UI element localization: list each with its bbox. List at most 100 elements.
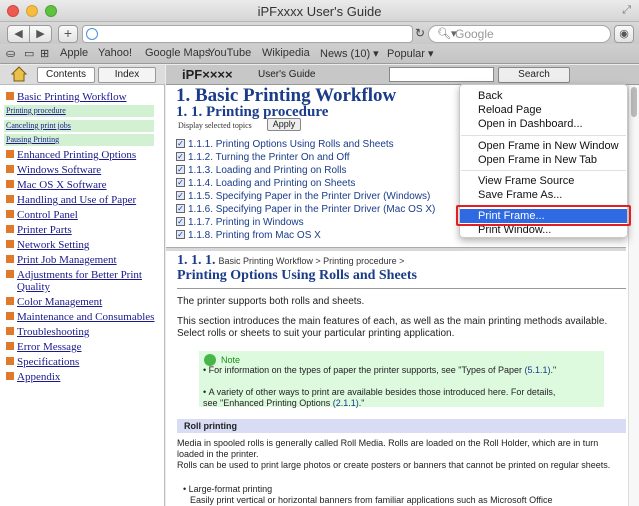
paragraph: This section introduces the main feature… xyxy=(177,316,608,339)
frame-divider[interactable] xyxy=(166,247,626,251)
menu-item-frame-source[interactable]: View Frame Source xyxy=(460,174,627,188)
scrollbar[interactable] xyxy=(628,85,639,506)
sidebar-subitem[interactable]: Pausing Printing xyxy=(4,134,154,146)
search-input[interactable]: 🔍︎▾ Google xyxy=(428,25,611,43)
display-topics-label: Display selected topics xyxy=(178,121,252,130)
menu-item-reload[interactable]: Reload Page xyxy=(460,103,627,117)
guide-search-input[interactable] xyxy=(389,67,494,82)
bookmark-youtube[interactable]: YouTube xyxy=(208,47,251,59)
add-bookmark-button[interactable]: + xyxy=(58,25,78,43)
bookmarks-bar: ⛀ ▭ ⊞ Apple Yahoo! Google Maps YouTube W… xyxy=(0,44,639,64)
sidebar-item-cont[interactable]: Quality xyxy=(17,281,50,293)
menu-item-back[interactable]: Back xyxy=(460,89,627,103)
link[interactable]: (5.1.1) xyxy=(525,365,551,375)
topic-checkbox[interactable]: ✓ 1.1.1. Printing Options Using Rolls and… xyxy=(176,138,394,150)
bullet-icon xyxy=(6,270,14,279)
menu-item-frame-tab[interactable]: Open Frame in New Tab xyxy=(460,153,627,167)
sidebar-item[interactable]: Handling and Use of Paper xyxy=(6,194,136,206)
tab-contents[interactable]: Contents xyxy=(37,67,95,83)
checkbox-icon[interactable]: ✓ xyxy=(176,138,185,148)
sidebar-header: Contents Index xyxy=(0,65,165,85)
checkbox-icon[interactable]: ✓ xyxy=(176,164,185,174)
menu-item-save-frame[interactable]: Save Frame As... xyxy=(460,188,627,202)
sidebar-item[interactable]: Adjustments for Better Print xyxy=(6,269,142,281)
topic-checkbox[interactable]: ✓ 1.1.8. Printing from Mac OS X xyxy=(176,229,321,241)
menu-item-frame-window[interactable]: Open Frame in New Window xyxy=(460,139,627,153)
bullet-icon xyxy=(6,180,14,189)
bookmark-wikipedia[interactable]: Wikipedia xyxy=(262,47,310,59)
bookmark-apple[interactable]: Apple xyxy=(60,47,88,59)
window-title: iPFxxxx User's Guide xyxy=(257,4,382,19)
topic-checkbox[interactable]: ✓ 1.1.5. Specifying Paper in the Printer … xyxy=(176,190,430,202)
topic-checkbox[interactable]: ✓ 1.1.6. Specifying Paper in the Printer … xyxy=(176,203,435,215)
bullet-icon xyxy=(6,372,14,381)
bookmark-yahoo[interactable]: Yahoo! xyxy=(98,47,132,59)
topic-checkbox[interactable]: ✓ 1.1.2. Turning the Printer On and Off xyxy=(176,151,350,163)
bookmark-popular[interactable]: Popular ▾ xyxy=(387,47,434,60)
tab-index[interactable]: Index xyxy=(98,67,156,83)
bookmark-google-maps[interactable]: Google Maps xyxy=(145,47,210,59)
reload-icon[interactable]: ↻ xyxy=(415,26,425,40)
link[interactable]: (2.1.1) xyxy=(333,398,359,408)
guide-header: iPF×××× User's Guide Search xyxy=(166,65,639,85)
bullet-icon xyxy=(6,210,14,219)
section-number: 1. 1. 1. xyxy=(177,253,216,268)
checkbox-icon[interactable]: ✓ xyxy=(176,203,185,213)
fullscreen-icon[interactable]: ⤢ xyxy=(622,4,631,17)
paragraph: Rolls can be used to print large photos … xyxy=(177,460,611,470)
apply-button[interactable]: Apply xyxy=(267,118,301,131)
sidebar-item[interactable]: Control Panel xyxy=(6,209,78,221)
guide-label: User's Guide xyxy=(258,69,316,80)
bookmarks-icon[interactable]: ▭ xyxy=(24,47,34,60)
bookmark-news[interactable]: News (10) ▾ xyxy=(320,47,379,60)
bullet-icon xyxy=(6,225,14,234)
sidebar-item[interactable]: Mac OS X Software xyxy=(6,179,107,191)
sidebar-item[interactable]: Basic Printing Workflow xyxy=(6,91,127,103)
checkbox-icon[interactable]: ✓ xyxy=(176,229,185,239)
forward-button[interactable]: ▶ xyxy=(29,25,52,43)
sidebar-item[interactable]: Printer Parts xyxy=(6,224,72,236)
note-bullet: • For information on the types of paper … xyxy=(203,365,557,375)
sidebar-item[interactable]: Error Message xyxy=(6,341,81,353)
sidebar-item[interactable]: Windows Software xyxy=(6,164,101,176)
sidebar-item[interactable]: Appendix xyxy=(6,371,60,383)
checkbox-icon[interactable]: ✓ xyxy=(176,151,185,161)
bullet-icon xyxy=(6,327,14,336)
sidebar-item[interactable]: Troubleshooting xyxy=(6,326,89,338)
sidebar-subitem[interactable]: Printing procedure xyxy=(4,105,154,117)
sidebar-item[interactable]: Enhanced Printing Options xyxy=(6,149,136,161)
sidebar-item[interactable]: Network Setting xyxy=(6,239,89,251)
bullet-icon xyxy=(6,165,14,174)
sidebar-item[interactable]: Maintenance and Consumables xyxy=(6,311,154,323)
sidebar-item[interactable]: Specifications xyxy=(6,356,79,368)
home-icon[interactable] xyxy=(10,65,28,83)
section-breadcrumb: 1. 1. 1. Basic Printing Workflow > Print… xyxy=(177,253,404,269)
checkbox-icon[interactable]: ✓ xyxy=(176,190,185,200)
menu-item-dashboard[interactable]: Open in Dashboard... xyxy=(460,117,627,131)
sidebar-subitem[interactable]: Canceling print jobs xyxy=(4,120,154,132)
window-titlebar: iPFxxxx User's Guide ⤢ xyxy=(0,0,639,22)
topic-checkbox[interactable]: ✓ 1.1.7. Printing in Windows xyxy=(176,216,304,228)
top-sites-icon[interactable]: ⊞ xyxy=(40,47,49,60)
topic-checkbox[interactable]: ✓ 1.1.4. Loading and Printing on Sheets xyxy=(176,177,355,189)
checkbox-icon[interactable]: ✓ xyxy=(176,216,185,226)
bullet-icon xyxy=(6,342,14,351)
checkbox-icon[interactable]: ✓ xyxy=(176,177,185,187)
reading-list-icon[interactable]: ⛀ xyxy=(6,47,15,60)
back-button[interactable]: ◀ xyxy=(7,25,30,43)
topic-checkbox[interactable]: ✓ 1.1.3. Loading and Printing on Rolls xyxy=(176,164,346,176)
address-bar[interactable] xyxy=(82,25,413,43)
bullet-icon xyxy=(6,240,14,249)
paragraph: The printer supports both rolls and shee… xyxy=(177,296,365,307)
bullet-icon xyxy=(6,312,14,321)
breadcrumb: Basic Printing Workflow > Printing proce… xyxy=(218,256,405,266)
sidebar-item[interactable]: Print Job Management xyxy=(6,254,117,266)
search-placeholder: Google xyxy=(455,27,494,41)
reader-button[interactable]: ◉ xyxy=(614,25,634,43)
scrollbar-thumb[interactable] xyxy=(631,87,637,117)
browser-toolbar: ◀ ▶ + ↻ 🔍︎▾ Google ◉ xyxy=(0,22,639,44)
bullet-icon xyxy=(6,150,14,159)
guide-search-button[interactable]: Search xyxy=(498,67,570,83)
sidebar-item[interactable]: Color Management xyxy=(6,296,102,308)
globe-icon xyxy=(86,28,98,40)
